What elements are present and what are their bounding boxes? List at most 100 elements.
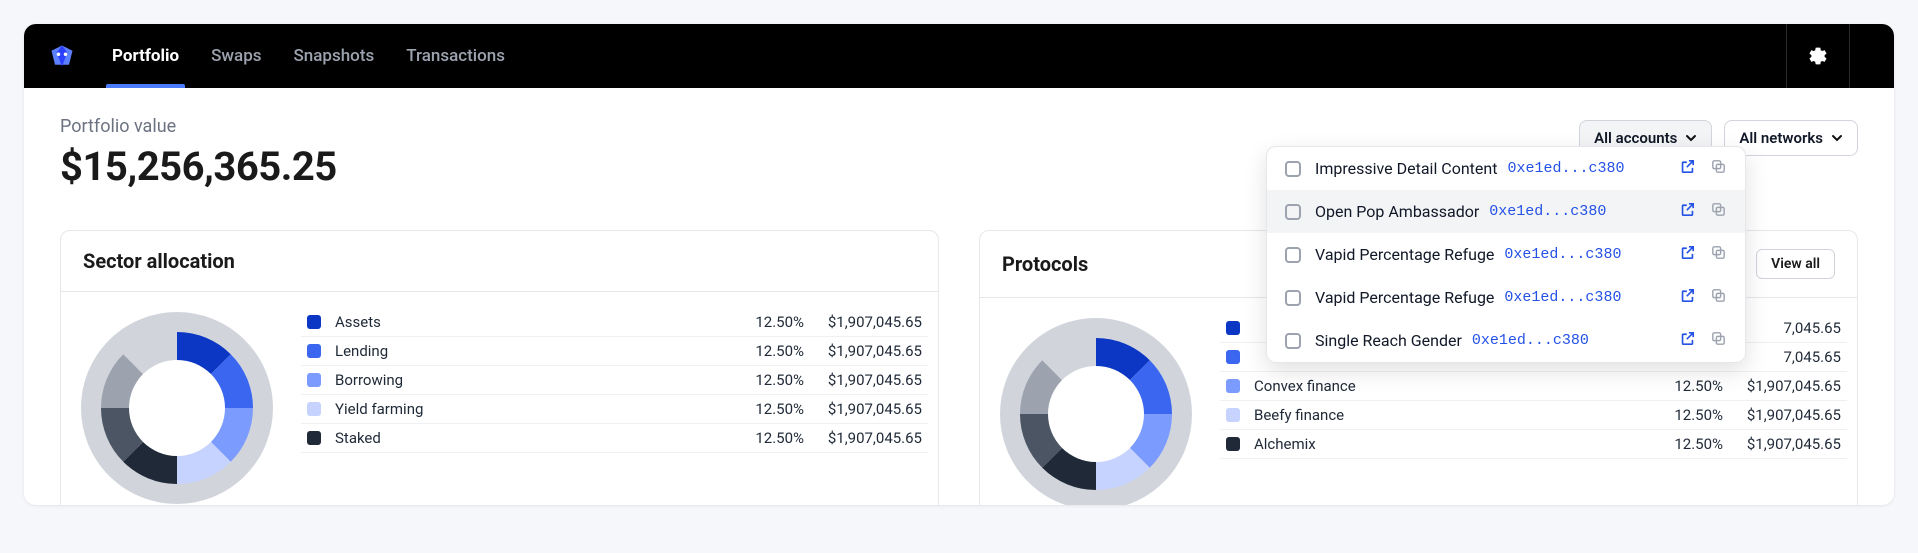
legend-row: Beefy finance 12.50% $1,907,045.65 xyxy=(1220,401,1847,430)
account-row[interactable]: Impressive Detail Content 0xe1ed...c380 xyxy=(1267,147,1745,190)
legend-percent: 12.50% xyxy=(1653,435,1723,453)
account-name: Open Pop Ambassador xyxy=(1315,202,1479,221)
account-row[interactable]: Open Pop Ambassador 0xe1ed...c380 xyxy=(1267,190,1745,233)
legend-row: Lending 12.50% $1,907,045.65 xyxy=(301,337,928,366)
external-link-icon[interactable] xyxy=(1679,201,1696,222)
swatch-icon xyxy=(307,402,321,416)
swatch-icon xyxy=(1226,321,1240,335)
legend-percent: 12.50% xyxy=(734,400,804,418)
legend-row: Assets 12.50% $1,907,045.65 xyxy=(301,308,928,337)
nav-tab-snapshots[interactable]: Snapshots xyxy=(294,24,375,88)
legend-name: Beefy finance xyxy=(1254,406,1645,424)
chevron-down-icon xyxy=(1685,132,1697,144)
swatch-icon xyxy=(1226,437,1240,451)
main-content: Portfolio value $15,256,365.25 All accou… xyxy=(24,88,1894,505)
nav-tab-swaps[interactable]: Swaps xyxy=(211,24,261,88)
account-row[interactable]: Vapid Percentage Refuge 0xe1ed...c380 xyxy=(1267,276,1745,319)
protocols-panel-title: Protocols xyxy=(1002,252,1088,276)
account-name: Vapid Percentage Refuge xyxy=(1315,288,1494,307)
legend-name: Alchemix xyxy=(1254,435,1645,453)
copy-icon[interactable] xyxy=(1710,287,1727,308)
external-link-icon[interactable] xyxy=(1679,330,1696,351)
account-address: 0xe1ed...c380 xyxy=(1507,160,1624,177)
swatch-icon xyxy=(307,373,321,387)
protocols-donut-chart xyxy=(996,314,1196,505)
legend-row: Yield farming 12.50% $1,907,045.65 xyxy=(301,395,928,424)
account-name: Single Reach Gender xyxy=(1315,331,1462,350)
account-address: 0xe1ed...c380 xyxy=(1472,332,1589,349)
sector-donut-chart xyxy=(77,308,277,505)
legend-name: Convex finance xyxy=(1254,377,1645,395)
copy-icon[interactable] xyxy=(1710,201,1727,222)
legend-name: Lending xyxy=(335,342,726,360)
account-name: Vapid Percentage Refuge xyxy=(1315,245,1494,264)
legend-amount: $1,907,045.65 xyxy=(1731,435,1841,453)
checkbox[interactable] xyxy=(1285,290,1301,306)
swatch-icon xyxy=(307,315,321,329)
swatch-icon xyxy=(1226,350,1240,364)
legend-percent: 12.50% xyxy=(734,313,804,331)
legend-amount: $1,907,045.65 xyxy=(812,429,922,447)
legend-amount: 7,045.65 xyxy=(1731,348,1841,366)
gear-icon xyxy=(1808,46,1828,66)
sector-allocation-panel: Sector allocation xyxy=(60,230,939,505)
external-link-icon[interactable] xyxy=(1679,287,1696,308)
checkbox[interactable] xyxy=(1285,204,1301,220)
sector-panel-title: Sector allocation xyxy=(83,249,235,273)
legend-name: Yield farming xyxy=(335,400,726,418)
account-address: 0xe1ed...c380 xyxy=(1504,289,1621,306)
sector-legend: Assets 12.50% $1,907,045.65 Lending 12.5… xyxy=(301,308,928,505)
legend-name: Staked xyxy=(335,429,726,447)
nav-tabs: Portfolio Swaps Snapshots Transactions xyxy=(112,24,505,88)
top-nav: Portfolio Swaps Snapshots Transactions xyxy=(24,24,1894,88)
swatch-icon xyxy=(307,431,321,445)
legend-amount: $1,907,045.65 xyxy=(812,342,922,360)
legend-amount: $1,907,045.65 xyxy=(812,400,922,418)
legend-percent: 12.50% xyxy=(734,342,804,360)
legend-amount: $1,907,045.65 xyxy=(812,313,922,331)
portfolio-value-block: Portfolio value $15,256,365.25 xyxy=(60,116,337,190)
swatch-icon xyxy=(307,344,321,358)
swatch-icon xyxy=(1226,379,1240,393)
networks-dropdown-label: All networks xyxy=(1739,129,1823,147)
account-row[interactable]: Single Reach Gender 0xe1ed...c380 xyxy=(1267,319,1745,362)
account-address: 0xe1ed...c380 xyxy=(1489,203,1606,220)
swatch-icon xyxy=(1226,408,1240,422)
legend-row: Convex finance 12.50% $1,907,045.65 xyxy=(1220,372,1847,401)
app-logo-icon xyxy=(48,42,76,70)
settings-button[interactable] xyxy=(1786,24,1850,88)
portfolio-value-label: Portfolio value xyxy=(60,116,337,137)
nav-tab-transactions[interactable]: Transactions xyxy=(406,24,505,88)
app-window: Portfolio Swaps Snapshots Transactions P… xyxy=(24,24,1894,505)
legend-amount: 7,045.65 xyxy=(1731,319,1841,337)
copy-icon[interactable] xyxy=(1710,244,1727,265)
legend-percent: 12.50% xyxy=(1653,377,1723,395)
copy-icon[interactable] xyxy=(1710,330,1727,351)
account-row[interactable]: Vapid Percentage Refuge 0xe1ed...c380 xyxy=(1267,233,1745,276)
checkbox[interactable] xyxy=(1285,247,1301,263)
external-link-icon[interactable] xyxy=(1679,158,1696,179)
legend-name: Assets xyxy=(335,313,726,331)
legend-amount: $1,907,045.65 xyxy=(1731,377,1841,395)
account-address: 0xe1ed...c380 xyxy=(1504,246,1621,263)
copy-icon[interactable] xyxy=(1710,158,1727,179)
accounts-dropdown-label: All accounts xyxy=(1594,129,1677,147)
legend-percent: 12.50% xyxy=(1653,406,1723,424)
legend-percent: 12.50% xyxy=(734,371,804,389)
view-all-button[interactable]: View all xyxy=(1756,249,1835,279)
legend-amount: $1,907,045.65 xyxy=(812,371,922,389)
legend-row: Alchemix 12.50% $1,907,045.65 xyxy=(1220,430,1847,459)
nav-tab-portfolio[interactable]: Portfolio xyxy=(112,24,179,88)
checkbox[interactable] xyxy=(1285,333,1301,349)
chevron-down-icon xyxy=(1831,132,1843,144)
legend-row: Staked 12.50% $1,907,045.65 xyxy=(301,424,928,453)
legend-amount: $1,907,045.65 xyxy=(1731,406,1841,424)
topbar-spacer xyxy=(1850,24,1894,88)
external-link-icon[interactable] xyxy=(1679,244,1696,265)
legend-row: Borrowing 12.50% $1,907,045.65 xyxy=(301,366,928,395)
checkbox[interactable] xyxy=(1285,161,1301,177)
account-name: Impressive Detail Content xyxy=(1315,159,1497,178)
legend-percent: 12.50% xyxy=(734,429,804,447)
legend-name: Borrowing xyxy=(335,371,726,389)
accounts-popover: Impressive Detail Content 0xe1ed...c380 … xyxy=(1266,146,1746,363)
